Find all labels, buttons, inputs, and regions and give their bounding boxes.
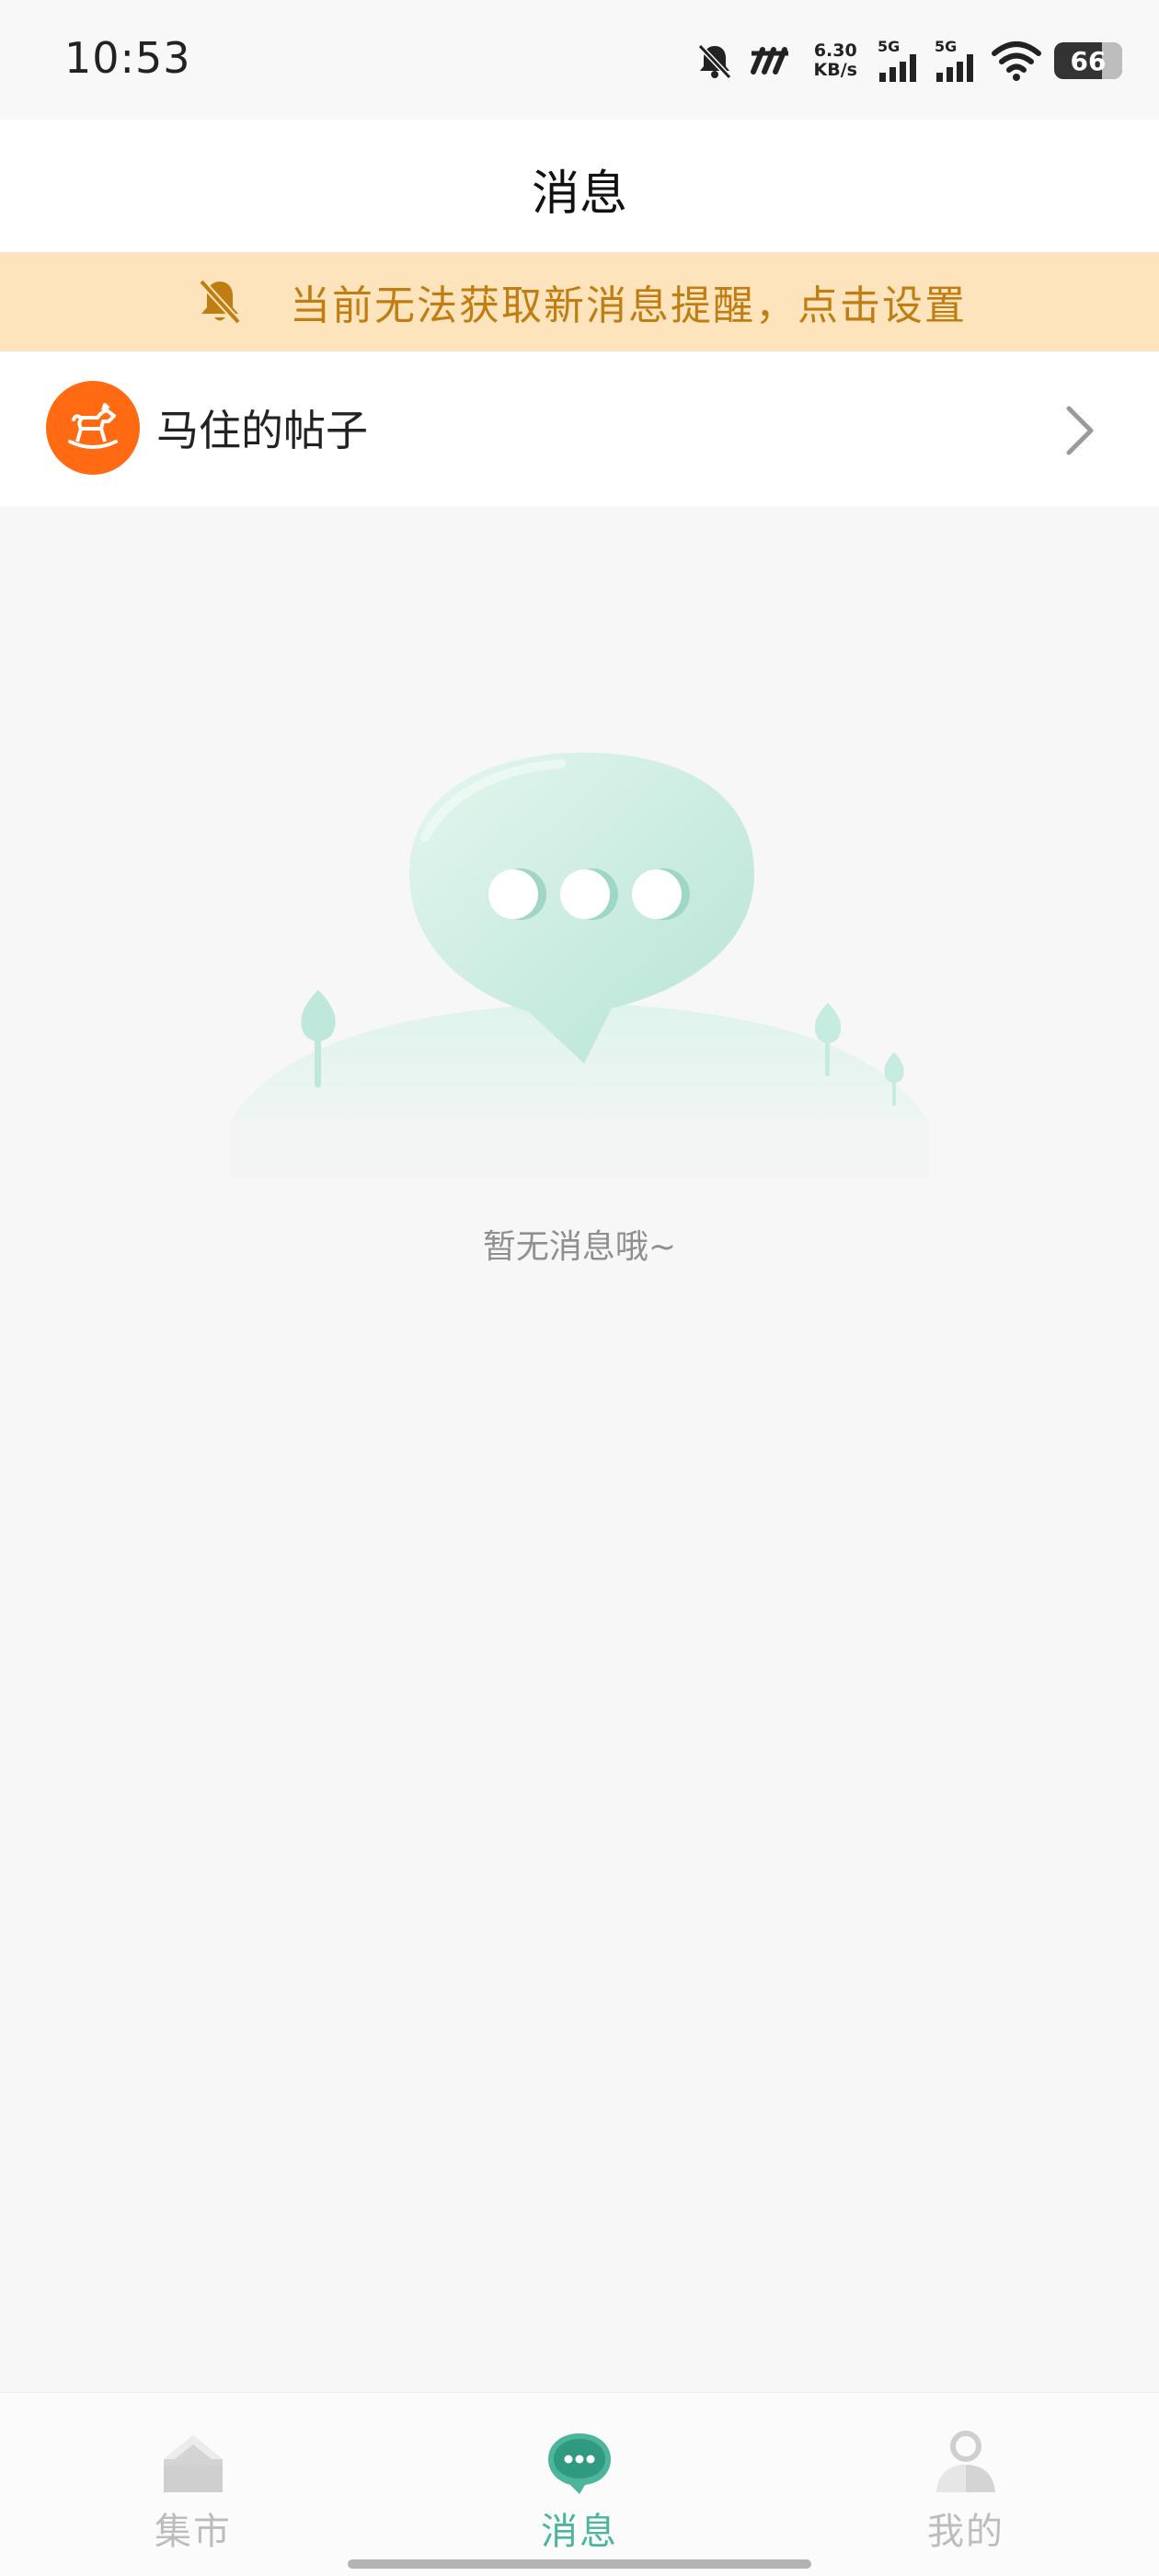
chat-icon — [548, 2433, 611, 2494]
nav-label-profile: 我的 — [927, 2511, 1004, 2553]
status-bar: 10:53 6.30 KB/s 5G 5G 66 — [0, 0, 1159, 120]
saved-posts-row[interactable]: 马住的帖子 — [0, 351, 1159, 506]
header: 消息 — [0, 120, 1159, 252]
empty-state-text: 暂无消息哦~ — [482, 1228, 677, 1266]
bell-mute-icon — [199, 279, 241, 325]
signal-1: 5G — [878, 40, 922, 82]
notification-banner[interactable]: 当前无法获取新消息提醒，点击设置 — [0, 252, 1159, 351]
home-indicator[interactable] — [348, 2559, 811, 2569]
net-speed-value: 6.30 — [813, 40, 857, 61]
net-speed: 6.30 KB/s — [814, 41, 857, 80]
status-icons: 6.30 KB/s 5G 5G 66 — [694, 35, 1122, 86]
saved-posts-label: 马住的帖子 — [156, 406, 368, 455]
chevron-right-icon — [1066, 406, 1094, 455]
nav-label-market: 集市 — [155, 2511, 232, 2553]
battery-icon: 66 — [1054, 42, 1122, 79]
wifi-icon — [992, 41, 1041, 81]
market-icon — [164, 2435, 223, 2492]
battery-level: 66 — [1070, 45, 1107, 76]
rocking-horse-icon — [46, 381, 140, 475]
signal-2: 5G — [935, 40, 979, 82]
profile-icon — [936, 2431, 995, 2492]
nav-item-market[interactable]: 集市 — [101, 2426, 285, 2555]
nav-item-profile[interactable]: 我的 — [874, 2426, 1058, 2555]
status-time: 10:53 — [64, 33, 191, 83]
net-speed-unit: KB/s — [813, 60, 857, 80]
signal-icon — [879, 54, 916, 82]
signal-2-label: 5G — [935, 38, 958, 55]
bell-mute-icon — [697, 43, 731, 80]
nav-label-messages: 消息 — [541, 2511, 618, 2553]
messages-screen: 10:53 6.30 KB/s 5G 5G 66 消息 当前无法获取新消息提醒，… — [0, 0, 1159, 2576]
nfc-icon — [750, 47, 788, 75]
signal-icon — [936, 54, 973, 82]
page-title: 消息 — [531, 167, 627, 222]
nav-item-messages[interactable]: 消息 — [488, 2426, 671, 2555]
banner-text: 当前无法获取新消息提醒，点击设置 — [290, 282, 967, 329]
bottom-nav: 集市 消息 我的 — [0, 2392, 1159, 2576]
chat-bubble-icon — [230, 753, 929, 1178]
signal-1-label: 5G — [878, 38, 901, 55]
